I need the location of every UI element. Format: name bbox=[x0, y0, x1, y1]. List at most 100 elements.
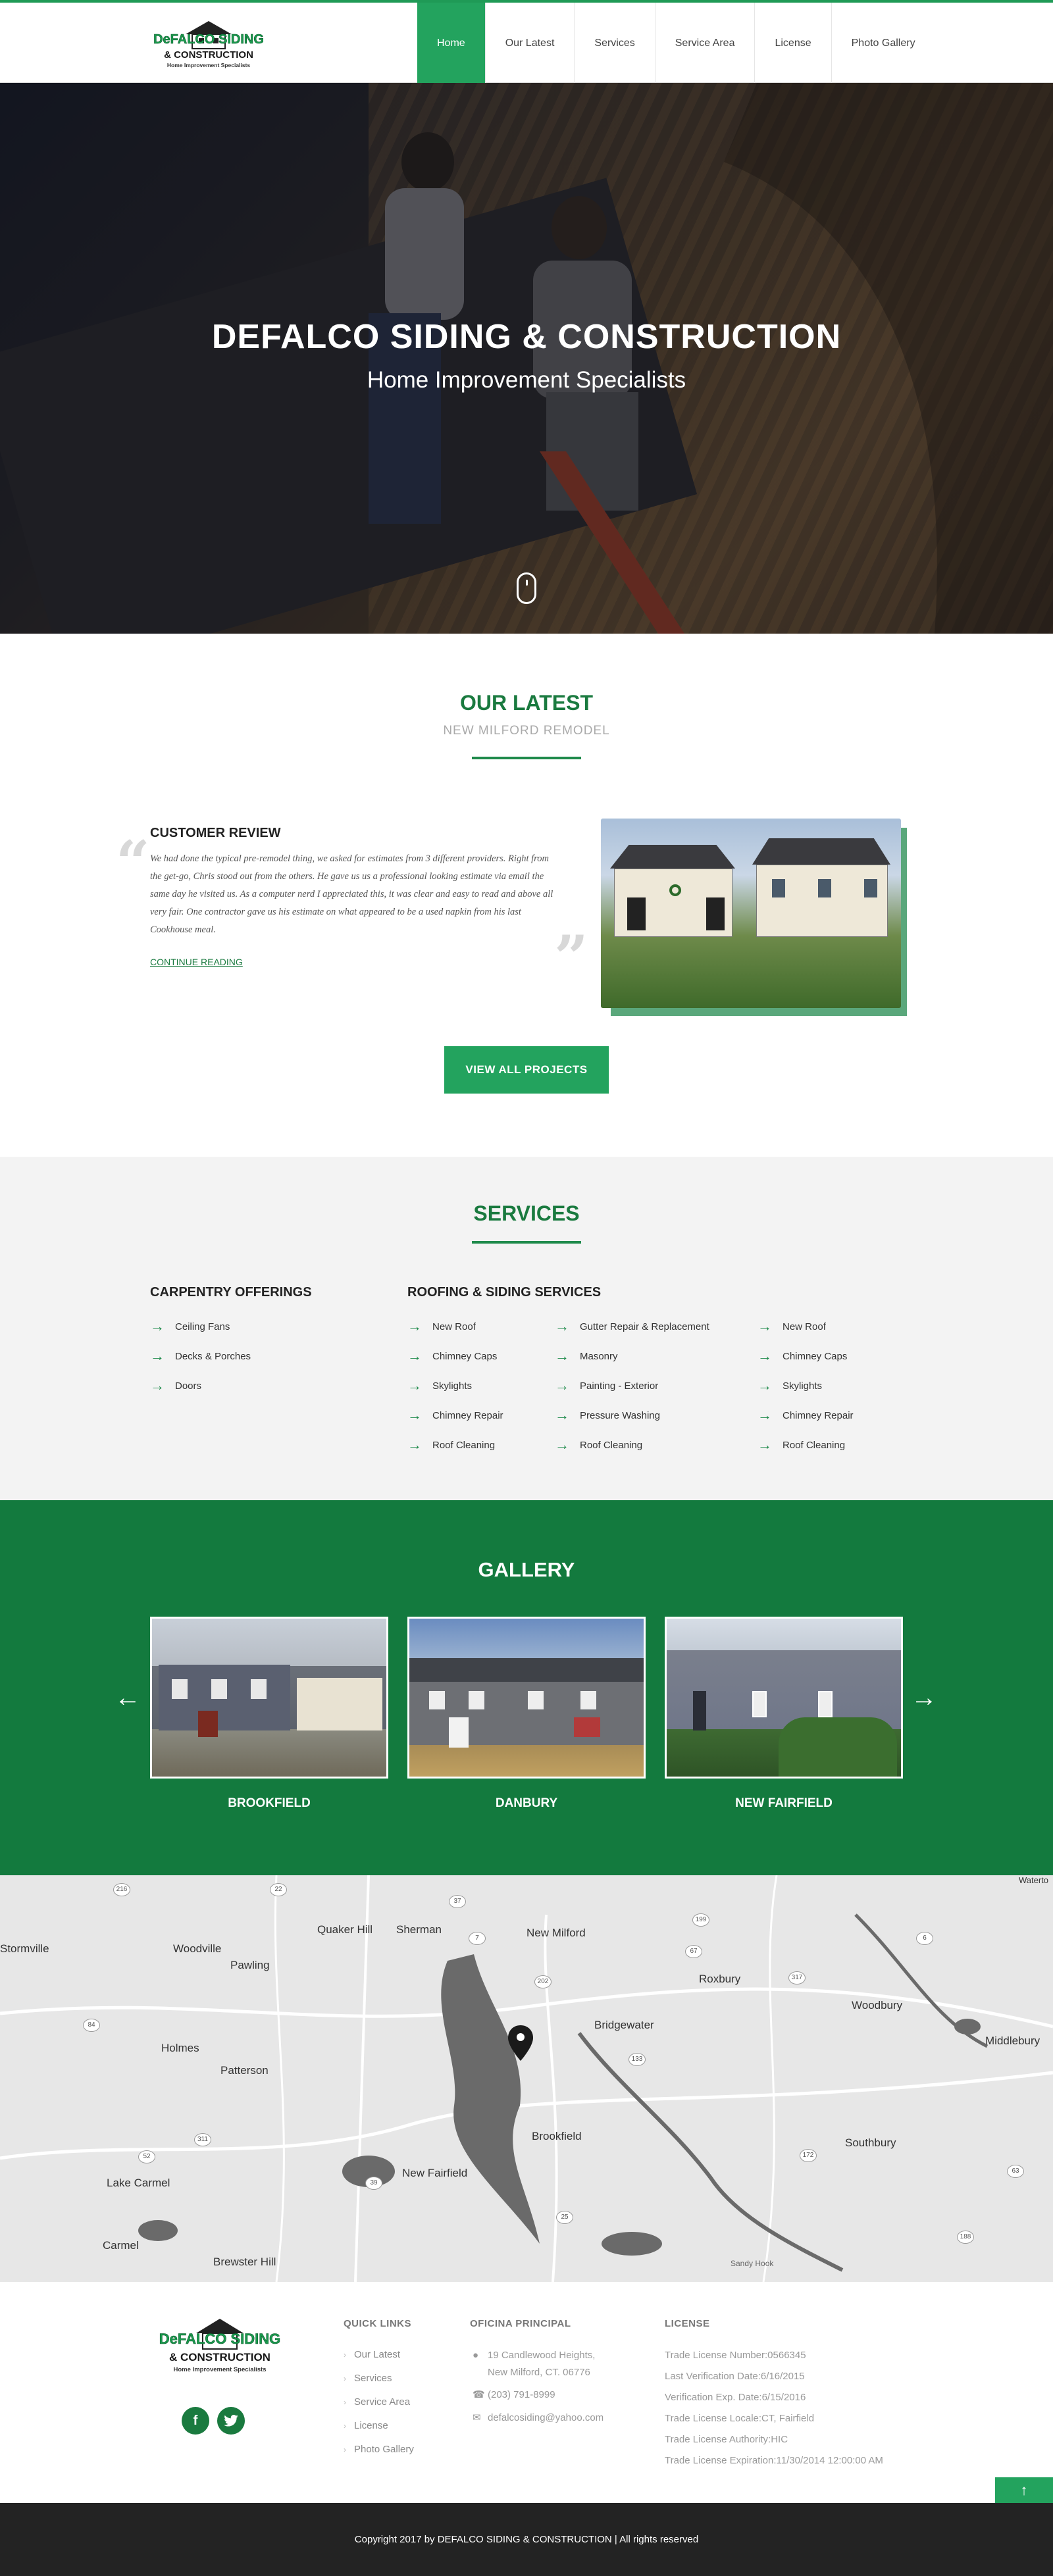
office-heading: OFICINA PRINCIPAL bbox=[470, 2318, 571, 2329]
map-town-label: Lake Carmel bbox=[107, 2177, 170, 2189]
services-title: SERVICES bbox=[473, 1201, 580, 1225]
footer-link-services[interactable]: › Services bbox=[344, 2373, 392, 2384]
hero-banner: DEFALCO SIDING & CONSTRUCTION Home Impro… bbox=[0, 83, 1053, 634]
footer-logo-name: DeFALCO SIDING bbox=[159, 2331, 281, 2347]
twitter-icon[interactable] bbox=[217, 2407, 245, 2435]
route-shield: 37 bbox=[449, 1895, 466, 1908]
company-logo[interactable]: DeFALCO SIDING & CONSTRUCTION Home Impro… bbox=[146, 17, 271, 75]
review-title: CUSTOMER REVIEW bbox=[150, 826, 281, 840]
gallery-image-brookfield[interactable] bbox=[150, 1617, 388, 1779]
arrow-right-icon: → bbox=[407, 1407, 422, 1423]
license-line: Trade License Number:0566345 bbox=[665, 2350, 806, 2361]
nav-service-area[interactable]: Service Area bbox=[654, 3, 755, 84]
license-line: Trade License Authority:HIC bbox=[665, 2434, 788, 2445]
quick-links-heading: QUICK LINKS bbox=[344, 2318, 411, 2329]
arrow-right-icon: → bbox=[758, 1436, 772, 1453]
main-nav: Home Our Latest Services Service Area Li… bbox=[417, 3, 935, 84]
scroll-down-mouse-icon[interactable] bbox=[517, 572, 536, 604]
gallery-caption-brookfield: BROOKFIELD bbox=[228, 1796, 311, 1810]
hero-subtitle: Home Improvement Specialists bbox=[367, 367, 686, 393]
footer-link-photo-gallery[interactable]: › Photo Gallery bbox=[344, 2444, 414, 2455]
service-item: → Roof Cleaning bbox=[407, 1436, 496, 1453]
arrow-right-icon: → bbox=[758, 1377, 772, 1394]
service-item: → Gutter Repair & Replacement bbox=[555, 1318, 709, 1334]
chevron-right-icon: › bbox=[344, 2350, 346, 2360]
service-item: → New Roof bbox=[407, 1318, 476, 1334]
footer-link-our-latest[interactable]: › Our Latest bbox=[344, 2349, 400, 2360]
copyright-bar: Copyright 2017 by DEFALCO SIDING & CONST… bbox=[0, 2503, 1053, 2576]
gallery-image-danbury[interactable] bbox=[407, 1617, 646, 1779]
latest-title: OUR LATEST bbox=[459, 691, 594, 715]
route-shield: 63 bbox=[1007, 2165, 1024, 2178]
route-shield: 22 bbox=[270, 1883, 287, 1896]
arrow-right-icon: → bbox=[407, 1348, 422, 1364]
services-divider bbox=[472, 1241, 581, 1244]
facebook-icon[interactable]: f bbox=[182, 2407, 209, 2435]
arrow-right-icon: → bbox=[555, 1348, 569, 1364]
route-shield: 25 bbox=[556, 2211, 573, 2224]
map-town-label: Woodville bbox=[173, 1942, 222, 1955]
map-town-label: Carmel bbox=[103, 2239, 139, 2252]
back-to-top-button[interactable]: ↑ bbox=[995, 2477, 1053, 2504]
map-town-label: Waterto bbox=[1019, 1875, 1049, 1885]
service-area-map[interactable]: Quaker Hill Sherman New Milford Woodvill… bbox=[0, 1875, 1053, 2282]
map-town-label: Pawling bbox=[230, 1959, 270, 1971]
office-email[interactable]: defalcosiding@yahoo.com bbox=[488, 2410, 604, 2427]
nav-license[interactable]: License bbox=[754, 3, 831, 84]
license-heading: LICENSE bbox=[665, 2318, 710, 2329]
footer-logo-tagline: Home Improvement Specialists bbox=[174, 2366, 267, 2373]
arrow-right-icon: → bbox=[758, 1318, 772, 1334]
nav-services[interactable]: Services bbox=[574, 3, 654, 84]
service-item: → Decks & Porches bbox=[150, 1348, 251, 1364]
map-town-label: Southbury bbox=[845, 2136, 896, 2149]
office-phone[interactable]: (203) 791-8999 bbox=[488, 2387, 555, 2404]
nav-our-latest[interactable]: Our Latest bbox=[484, 3, 575, 84]
map-town-label: Patterson bbox=[220, 2064, 269, 2077]
route-shield: 6 bbox=[916, 1932, 933, 1945]
view-all-projects-button[interactable]: VIEW ALL PROJECTS bbox=[444, 1046, 609, 1094]
route-shield: 84 bbox=[83, 2019, 100, 2032]
service-item: → Pressure Washing bbox=[555, 1407, 660, 1423]
service-item: → Chimney Caps bbox=[758, 1348, 848, 1364]
footer-logo[interactable]: DeFALCO SIDING & CONSTRUCTION Home Impro… bbox=[150, 2313, 290, 2385]
project-photo[interactable] bbox=[601, 819, 901, 1008]
map-town-label: Woodbury bbox=[852, 1999, 903, 2011]
route-shield: 133 bbox=[629, 2053, 646, 2066]
carpentry-heading: CARPENTRY OFFERINGS bbox=[150, 1285, 312, 1300]
service-item: → Roof Cleaning bbox=[758, 1436, 846, 1453]
arrow-right-icon: → bbox=[555, 1377, 569, 1394]
gallery-image-new-fairfield[interactable] bbox=[665, 1617, 903, 1779]
map-town-label: Brookfield bbox=[532, 2130, 582, 2142]
arrow-right-icon: → bbox=[758, 1407, 772, 1423]
copyright-text: Copyright 2017 by DEFALCO SIDING & CONST… bbox=[354, 2534, 699, 2545]
arrow-right-icon: → bbox=[555, 1436, 569, 1453]
map-town-label: New Fairfield bbox=[402, 2167, 468, 2179]
continue-reading-link[interactable]: CONTINUE READING bbox=[150, 957, 243, 967]
route-shield: 188 bbox=[957, 2231, 974, 2244]
hero-title: DEFALCO SIDING & CONSTRUCTION bbox=[211, 318, 842, 356]
footer-link-service-area[interactable]: › Service Area bbox=[344, 2396, 410, 2408]
map-location-pin-icon[interactable] bbox=[508, 2025, 533, 2061]
open-quote-icon: “ bbox=[116, 828, 150, 897]
gallery-prev-arrow-icon[interactable]: ← bbox=[115, 1684, 141, 1711]
footer-link-license[interactable]: › License bbox=[344, 2420, 388, 2431]
map-town-label: Roxbury bbox=[699, 1973, 741, 1985]
office-address-line2: New Milford, CT. 06776 bbox=[488, 2367, 590, 2378]
gallery-next-arrow-icon[interactable]: → bbox=[911, 1684, 937, 1711]
service-item: → Chimney Repair bbox=[758, 1407, 854, 1423]
nav-home[interactable]: Home bbox=[417, 3, 485, 84]
service-item: → New Roof bbox=[758, 1318, 826, 1334]
service-item: → Ceiling Fans bbox=[150, 1318, 230, 1334]
route-shield: 311 bbox=[194, 2133, 211, 2146]
map-town-label: Middlebury bbox=[985, 2034, 1040, 2047]
license-line: Trade License Expiration:11/30/2014 12:0… bbox=[665, 2455, 883, 2466]
arrow-right-icon: → bbox=[407, 1436, 422, 1453]
service-item: → Chimney Repair bbox=[407, 1407, 503, 1423]
nav-photo-gallery[interactable]: Photo Gallery bbox=[831, 3, 935, 84]
gallery-caption-new-fairfield: NEW FAIRFIELD bbox=[735, 1796, 833, 1810]
map-town-label: Quaker Hill bbox=[317, 1923, 373, 1936]
license-line: Trade License Locale:CT, Fairfield bbox=[665, 2413, 815, 2424]
arrow-right-icon: → bbox=[407, 1318, 422, 1334]
route-shield: 39 bbox=[365, 2177, 382, 2190]
map-marker-icon: ● bbox=[473, 2350, 479, 2361]
